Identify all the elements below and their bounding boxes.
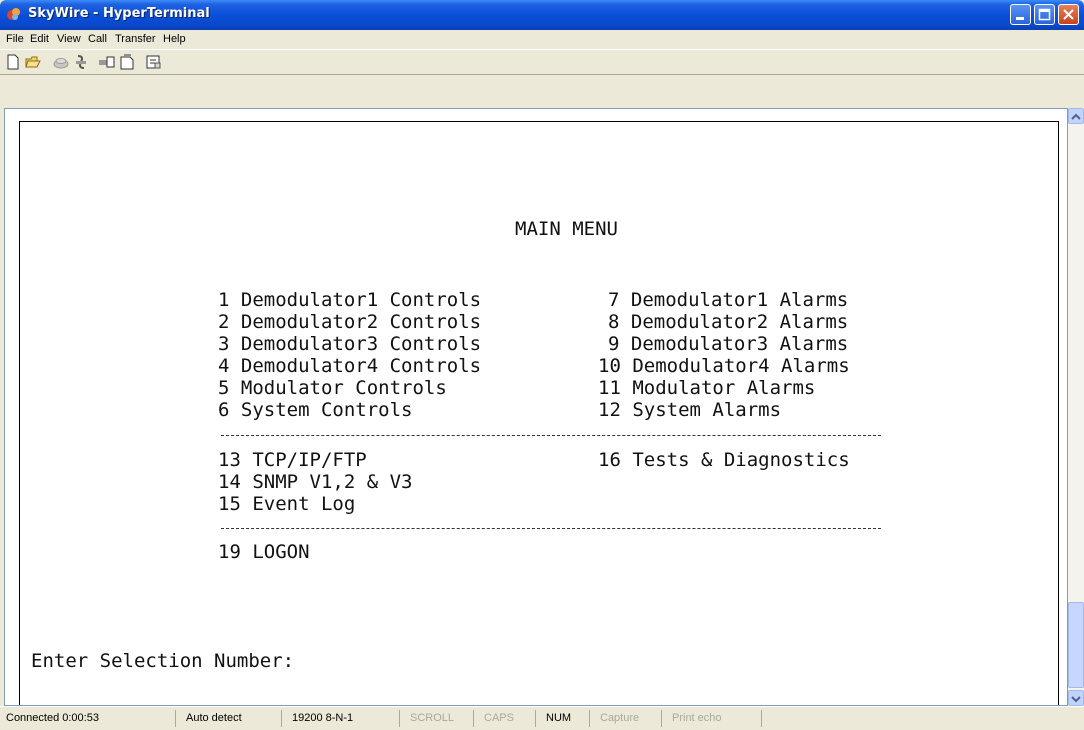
menu-option-2: 2 Demodulator2 Controls: [218, 311, 482, 333]
properties-icon[interactable]: [144, 53, 162, 71]
menu-option-5: 5 Modulator Controls: [218, 377, 447, 399]
title-bar[interactable]: SkyWire - HyperTerminal: [0, 0, 1084, 30]
menu-separator: [221, 528, 881, 529]
status-settings: 19200 8-N-1: [286, 710, 400, 727]
scroll-up-button[interactable]: [1068, 108, 1084, 124]
status-connected: Connected 0:00:53: [0, 710, 176, 727]
menu-option-11: 11 Modulator Alarms: [598, 377, 816, 399]
menu-call[interactable]: Call: [88, 33, 107, 45]
terminal-frame: [19, 121, 1059, 705]
receive-icon[interactable]: [118, 53, 136, 71]
status-num: NUM: [540, 710, 590, 727]
menu-option-15: 15 Event Log: [218, 493, 356, 515]
menu-view[interactable]: View: [57, 33, 81, 45]
minimize-button[interactable]: [1010, 4, 1031, 25]
status-print-echo: Print echo: [666, 710, 762, 727]
menu-edit[interactable]: Edit: [30, 33, 49, 45]
menu-option-14: 14 SNMP V1,2 & V3: [218, 471, 413, 493]
maximize-icon: [1038, 8, 1051, 21]
connect-icon[interactable]: [52, 53, 70, 71]
menu-option-19: 19 LOGON: [218, 541, 310, 563]
scroll-down-button[interactable]: [1068, 690, 1084, 706]
minimize-icon: [1016, 17, 1024, 20]
menu-option-9: 9 Demodulator3 Alarms: [608, 333, 849, 355]
status-capture: Capture: [594, 710, 662, 727]
open-icon[interactable]: [24, 53, 42, 71]
menu-option-8: 8 Demodulator2 Alarms: [608, 311, 849, 333]
menu-bar: File Edit View Call Transfer Help: [0, 30, 1084, 49]
close-icon: [1063, 9, 1074, 20]
toolbar: [0, 49, 1084, 75]
selection-prompt: Enter Selection Number:: [31, 650, 295, 672]
maximize-button[interactable]: [1034, 4, 1055, 25]
send-icon[interactable]: [98, 53, 116, 71]
menu-option-16: 16 Tests & Diagnostics: [598, 449, 850, 471]
menu-option-12: 12 System Alarms: [598, 399, 782, 421]
status-scroll: SCROLL: [404, 710, 474, 727]
new-icon[interactable]: [4, 53, 22, 71]
menu-option-1: 1 Demodulator1 Controls: [218, 289, 482, 311]
chevron-down-icon: [1071, 696, 1081, 703]
scroll-thumb[interactable]: [1068, 602, 1084, 688]
menu-option-6: 6 System Controls: [218, 399, 413, 421]
close-button[interactable]: [1058, 4, 1079, 25]
chevron-up-icon: [1071, 113, 1081, 120]
menu-option-13: 13 TCP/IP/FTP: [218, 449, 367, 471]
status-detect: Auto detect: [180, 710, 282, 727]
menu-file[interactable]: File: [6, 33, 24, 45]
vertical-scrollbar[interactable]: [1068, 108, 1084, 706]
menu-option-3: 3 Demodulator3 Controls: [218, 333, 482, 355]
menu-option-10: 10 Demodulator4 Alarms: [598, 355, 850, 377]
menu-option-4: 4 Demodulator4 Controls: [218, 355, 482, 377]
menu-option-7: 7 Demodulator1 Alarms: [608, 289, 849, 311]
menu-transfer[interactable]: Transfer: [115, 33, 156, 45]
menu-separator: [221, 435, 881, 436]
status-bar: Connected 0:00:53 Auto detect 19200 8-N-…: [0, 706, 1084, 730]
disconnect-icon[interactable]: [72, 53, 90, 71]
window-title: SkyWire - HyperTerminal: [28, 6, 210, 21]
menu-help[interactable]: Help: [163, 33, 186, 45]
hyperterminal-icon: [7, 8, 20, 20]
main-menu-heading: MAIN MENU: [515, 218, 618, 240]
terminal-window[interactable]: MAIN MENU 1 Demodulator1 Controls 2 Demo…: [4, 108, 1068, 706]
status-caps: CAPS: [478, 710, 536, 727]
